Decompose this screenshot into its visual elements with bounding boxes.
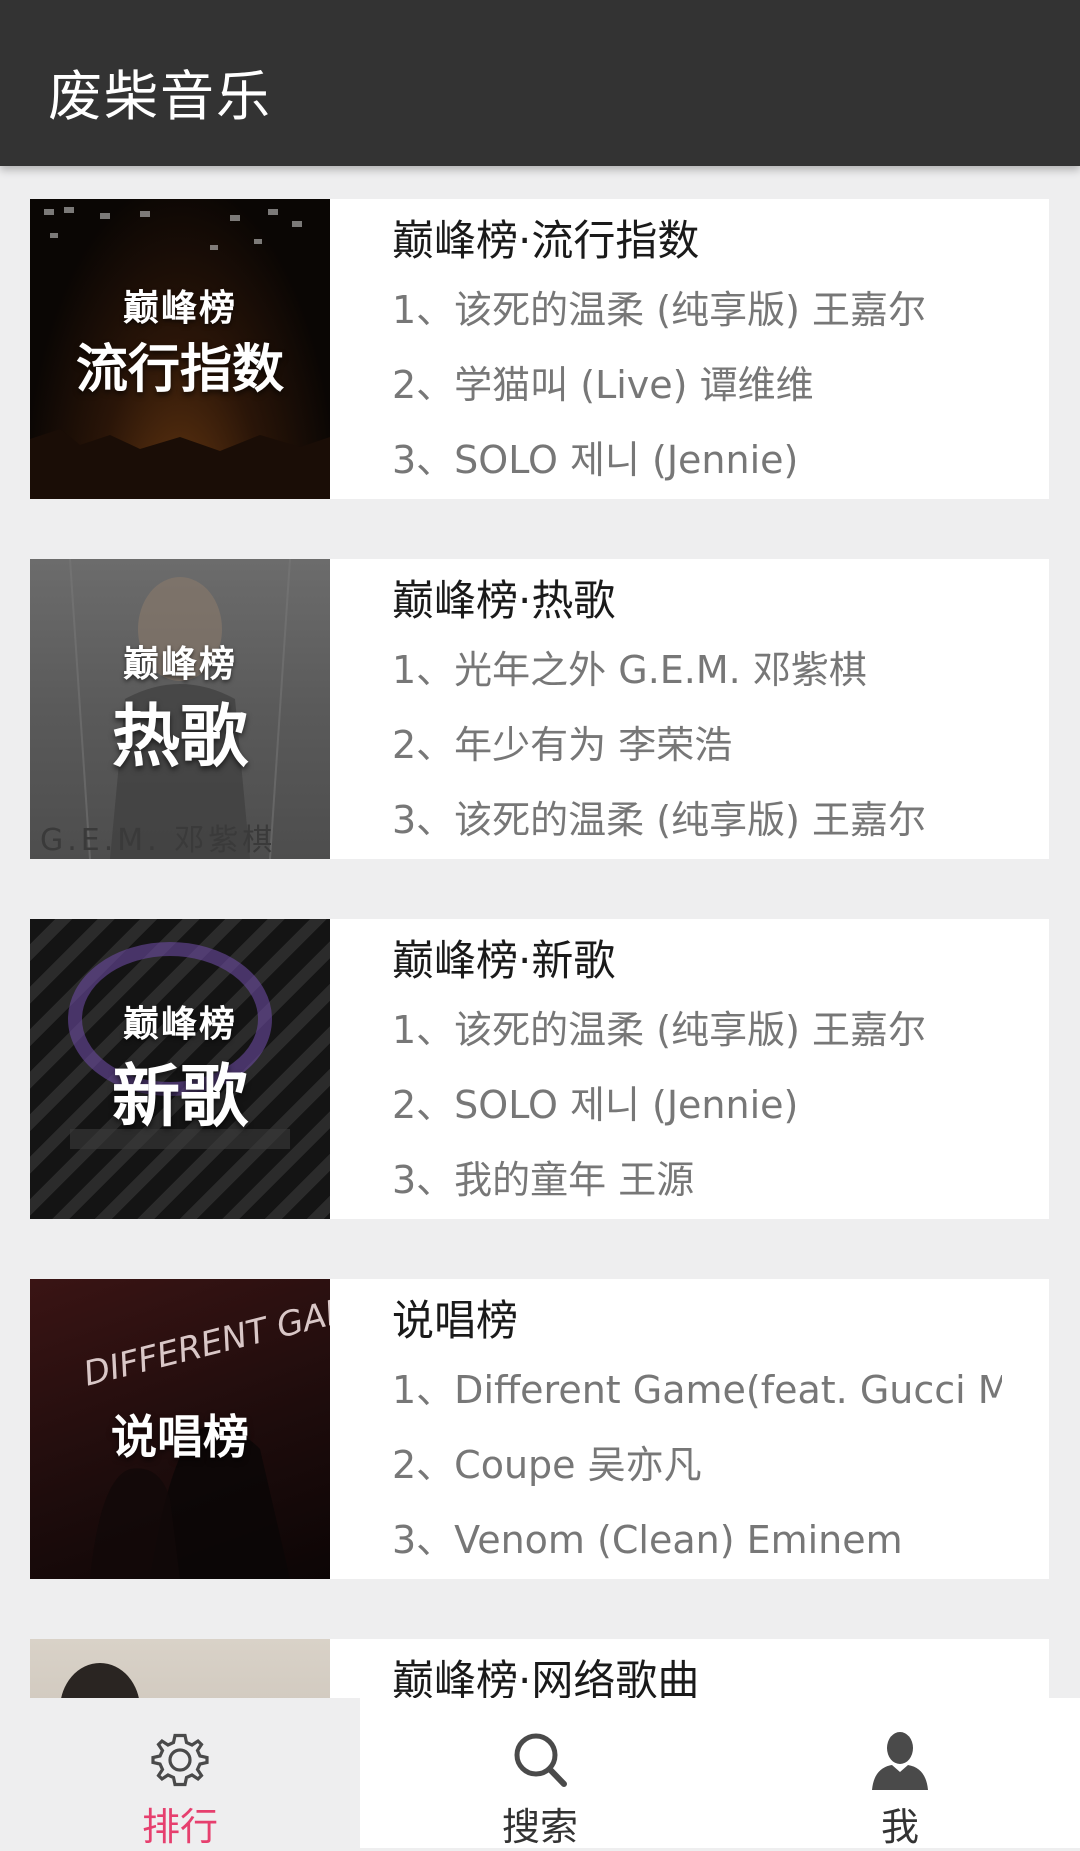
cover-title: 流行指数 xyxy=(75,340,284,400)
chart-card-new-songs[interactable]: 巅峰榜 新歌 巅峰榜·新歌 1、该死的温柔 (纯享版) 王嘉尔 2、SOLO 제… xyxy=(30,919,1049,1219)
chart-list[interactable]: 巅峰榜 流行指数 巅峰榜·流行指数 1、该死的温柔 (纯享版) 王嘉尔 2、学猫… xyxy=(0,166,1080,1698)
tab-search[interactable]: 搜索 xyxy=(360,1698,720,1849)
search-icon xyxy=(514,1733,567,1787)
tab-label: 排行 xyxy=(141,1805,218,1849)
chart-cover: 巅峰榜 新歌 xyxy=(30,919,330,1219)
tab-ranking[interactable]: 排行 xyxy=(0,1698,360,1849)
cover-badge: 巅峰榜 xyxy=(122,288,237,329)
song-item: 2、年少有为 李荣浩 xyxy=(392,723,733,767)
chart-cover: 巅峰榜 热歌 G.E.M. 邓紫棋 xyxy=(30,559,330,859)
tab-label: 搜索 xyxy=(501,1805,578,1849)
app-title: 废柴音乐 xyxy=(48,65,272,128)
song-item: 3、Venom (Clean) Eminem xyxy=(392,1518,903,1562)
chart-cover: DIFFERENT GAME 说唱榜 xyxy=(30,1279,330,1579)
chart-title: 巅峰榜·网络歌曲 xyxy=(392,1656,700,1698)
bottom-tab-bar: 排行 搜索 我 xyxy=(0,1698,1080,1849)
song-item: 3、我的童年 王源 xyxy=(392,1158,695,1202)
chart-title: 巅峰榜·热歌 xyxy=(392,576,616,625)
person-icon xyxy=(872,1732,928,1790)
chart-card-rap[interactable]: DIFFERENT GAME 说唱榜 说唱榜 1、Different Game(… xyxy=(30,1279,1049,1579)
cover-badge: 巅峰榜 xyxy=(122,1004,237,1045)
song-item: 3、SOLO 제니 (Jennie) xyxy=(392,438,799,482)
chart-card-hot-songs[interactable]: 巅峰榜 热歌 G.E.M. 邓紫棋 巅峰榜·热歌 1、光年之外 G.E.M. 邓… xyxy=(30,559,1049,859)
chart-card-pop-index[interactable]: 巅峰榜 流行指数 巅峰榜·流行指数 1、该死的温柔 (纯享版) 王嘉尔 2、学猫… xyxy=(30,199,1049,499)
chart-title: 巅峰榜·新歌 xyxy=(392,936,616,985)
tab-label: 我 xyxy=(880,1805,919,1849)
chart-title: 巅峰榜·流行指数 xyxy=(392,216,700,265)
cover-title: 热歌 xyxy=(111,698,248,777)
app-bar: 废柴音乐 xyxy=(0,0,1080,166)
song-item: 1、该死的温柔 (纯享版) 王嘉尔 xyxy=(392,288,926,332)
cover-caption: G.E.M. 邓紫棋 xyxy=(40,823,277,858)
song-item: 2、学猫叫 (Live) 谭维维 xyxy=(392,363,814,407)
song-item: 2、SOLO 제니 (Jennie) xyxy=(392,1083,799,1127)
song-item: 1、Different Game(feat. Gucci Mane) 王嘉尔 xyxy=(392,1368,1002,1412)
cover-title: 说唱榜 xyxy=(111,1410,249,1464)
song-item: 2、Coupe 吴亦凡 xyxy=(392,1443,702,1487)
gear-icon xyxy=(151,1733,209,1787)
chart-cover: 巅峰榜 流行指数 xyxy=(30,199,330,499)
song-item: 1、光年之外 G.E.M. 邓紫棋 xyxy=(392,648,867,692)
cover-title: 新歌 xyxy=(111,1058,248,1137)
chart-title: 说唱榜 xyxy=(392,1296,519,1345)
chart-card-network-songs[interactable]: 巅峰榜·网络歌曲 xyxy=(30,1639,1049,1698)
cover-badge: 巅峰榜 xyxy=(122,644,237,685)
song-item: 1、该死的温柔 (纯享版) 王嘉尔 xyxy=(392,1008,926,1052)
artist-silhouette xyxy=(61,1663,139,1698)
song-item: 3、该死的温柔 (纯享版) 王嘉尔 xyxy=(392,798,926,842)
tab-me[interactable]: 我 xyxy=(720,1698,1080,1849)
chart-cover xyxy=(30,1639,330,1698)
